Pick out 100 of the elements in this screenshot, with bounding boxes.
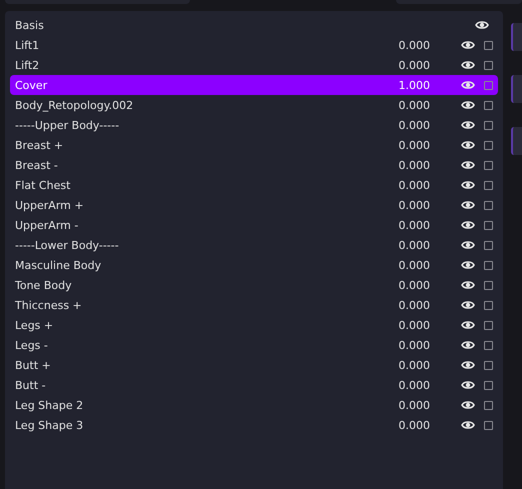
shape-key-row[interactable]: Leg Shape 2 0.000: [10, 395, 498, 415]
checkbox[interactable]: [484, 340, 493, 350]
shape-key-name: Body_Retopology.002: [15, 98, 134, 112]
shape-key-name: Tone Body: [15, 278, 73, 292]
eye-icon[interactable]: [461, 120, 475, 130]
checkbox[interactable]: [484, 420, 493, 430]
checkbox[interactable]: [484, 140, 493, 150]
shape-key-name: Legs -: [15, 338, 49, 352]
shape-key-row[interactable]: Thiccness + 0.000: [10, 295, 498, 315]
eye-icon[interactable]: [461, 100, 475, 110]
eye-icon[interactable]: [461, 300, 475, 310]
shape-key-row[interactable]: Breast + 0.000: [10, 135, 498, 155]
value-field[interactable]: 0.000: [370, 318, 430, 332]
value-field[interactable]: 0.000: [370, 278, 430, 292]
shape-key-row[interactable]: Legs - 0.000: [10, 335, 498, 355]
value-field[interactable]: 0.000: [370, 378, 430, 392]
eye-icon[interactable]: [461, 340, 475, 350]
shape-key-name: Legs +: [15, 318, 54, 332]
checkbox[interactable]: [484, 280, 493, 290]
shape-key-row[interactable]: Flat Chest 0.000: [10, 175, 498, 195]
shape-key-row[interactable]: -----Upper Body----- 0.000: [10, 115, 498, 135]
checkbox[interactable]: [484, 180, 493, 190]
shape-key-name: Thiccness +: [15, 298, 83, 312]
eye-icon[interactable]: [461, 60, 475, 70]
value-field[interactable]: 0.000: [370, 238, 430, 252]
shape-key-row[interactable]: Breast - 0.000: [10, 155, 498, 175]
value-field[interactable]: 0.000: [370, 418, 430, 432]
checkbox[interactable]: [484, 160, 493, 170]
value-field[interactable]: 0.000: [370, 178, 430, 192]
value-field[interactable]: 0.000: [370, 118, 430, 132]
value-field[interactable]: 0.000: [370, 38, 430, 52]
value-field[interactable]: 0.000: [370, 138, 430, 152]
shape-key-row[interactable]: Body_Retopology.002 0.000: [10, 95, 498, 115]
checkbox[interactable]: [484, 40, 493, 50]
eye-icon[interactable]: [461, 240, 475, 250]
value-field[interactable]: 0.000: [370, 158, 430, 172]
shape-key-name: Lift2: [15, 58, 40, 72]
shape-key-row[interactable]: Legs + 0.000: [10, 315, 498, 335]
checkbox[interactable]: [484, 240, 493, 250]
eye-icon[interactable]: [461, 180, 475, 190]
shape-key-row[interactable]: Lift2 0.000: [10, 55, 498, 75]
value-field[interactable]: 0.000: [370, 198, 430, 212]
shape-key-name: -----Lower Body-----: [15, 238, 120, 252]
checkbox[interactable]: [484, 60, 493, 70]
checkbox[interactable]: [484, 100, 493, 110]
eye-icon[interactable]: [461, 260, 475, 270]
shape-key-name: Lift1: [15, 38, 40, 52]
value-field[interactable]: 0.000: [370, 258, 430, 272]
eye-icon[interactable]: [461, 280, 475, 290]
shape-key-row[interactable]: UpperArm - 0.000: [10, 215, 498, 235]
eye-icon[interactable]: [461, 360, 475, 370]
value-field[interactable]: 0.000: [370, 398, 430, 412]
value-field[interactable]: 1.000: [370, 78, 430, 92]
shape-key-row[interactable]: Cover 1.000: [10, 75, 498, 95]
shape-key-row[interactable]: -----Lower Body----- 0.000: [10, 235, 498, 255]
shape-key-name: Breast -: [15, 158, 59, 172]
eye-icon[interactable]: [461, 380, 475, 390]
checkbox[interactable]: [484, 80, 493, 90]
shape-key-row[interactable]: Butt + 0.000: [10, 355, 498, 375]
checkbox[interactable]: [484, 260, 493, 270]
shape-key-row[interactable]: Lift1 0.000: [10, 35, 498, 55]
shape-key-name: Leg Shape 3: [15, 418, 84, 432]
shape-key-row[interactable]: Basis: [10, 15, 498, 35]
checkbox[interactable]: [484, 200, 493, 210]
value-field[interactable]: 0.000: [370, 338, 430, 352]
checkbox[interactable]: [484, 120, 493, 130]
value-field[interactable]: 0.000: [370, 218, 430, 232]
eye-icon[interactable]: [461, 420, 475, 430]
eye-icon[interactable]: [461, 400, 475, 410]
shape-key-name: Leg Shape 2: [15, 398, 84, 412]
eye-icon[interactable]: [461, 220, 475, 230]
eye-icon[interactable]: [461, 40, 475, 50]
eye-icon[interactable]: [475, 20, 489, 30]
checkbox[interactable]: [484, 380, 493, 390]
eye-icon[interactable]: [461, 320, 475, 330]
value-field[interactable]: 0.000: [370, 58, 430, 72]
eye-icon[interactable]: [461, 160, 475, 170]
eye-icon[interactable]: [461, 140, 475, 150]
checkbox[interactable]: [484, 360, 493, 370]
checkbox[interactable]: [484, 220, 493, 230]
shape-key-row[interactable]: Butt - 0.000: [10, 375, 498, 395]
shape-key-row[interactable]: UpperArm + 0.000: [10, 195, 498, 215]
shape-key-row[interactable]: Masculine Body 0.000: [10, 255, 498, 275]
eye-icon[interactable]: [461, 200, 475, 210]
value-field[interactable]: 0.000: [370, 358, 430, 372]
checkbox[interactable]: [484, 320, 493, 330]
value-field[interactable]: 0.000: [370, 298, 430, 312]
checkbox[interactable]: [484, 300, 493, 310]
shape-key-name: Breast +: [15, 138, 64, 152]
shape-key-name: UpperArm +: [15, 198, 85, 212]
shape-key-name: UpperArm -: [15, 218, 80, 232]
shape-key-name: -----Upper Body-----: [15, 118, 120, 132]
shape-key-row[interactable]: Tone Body 0.000: [10, 275, 498, 295]
value-field[interactable]: 0.000: [370, 98, 430, 112]
shape-key-name: Basis: [15, 18, 45, 32]
shape-key-name: Masculine Body: [15, 258, 102, 272]
shape-key-name: Cover: [15, 78, 48, 92]
shape-key-name: Butt +: [15, 358, 52, 372]
shape-key-row[interactable]: Leg Shape 3 0.000: [10, 415, 498, 435]
checkbox[interactable]: [484, 400, 493, 410]
